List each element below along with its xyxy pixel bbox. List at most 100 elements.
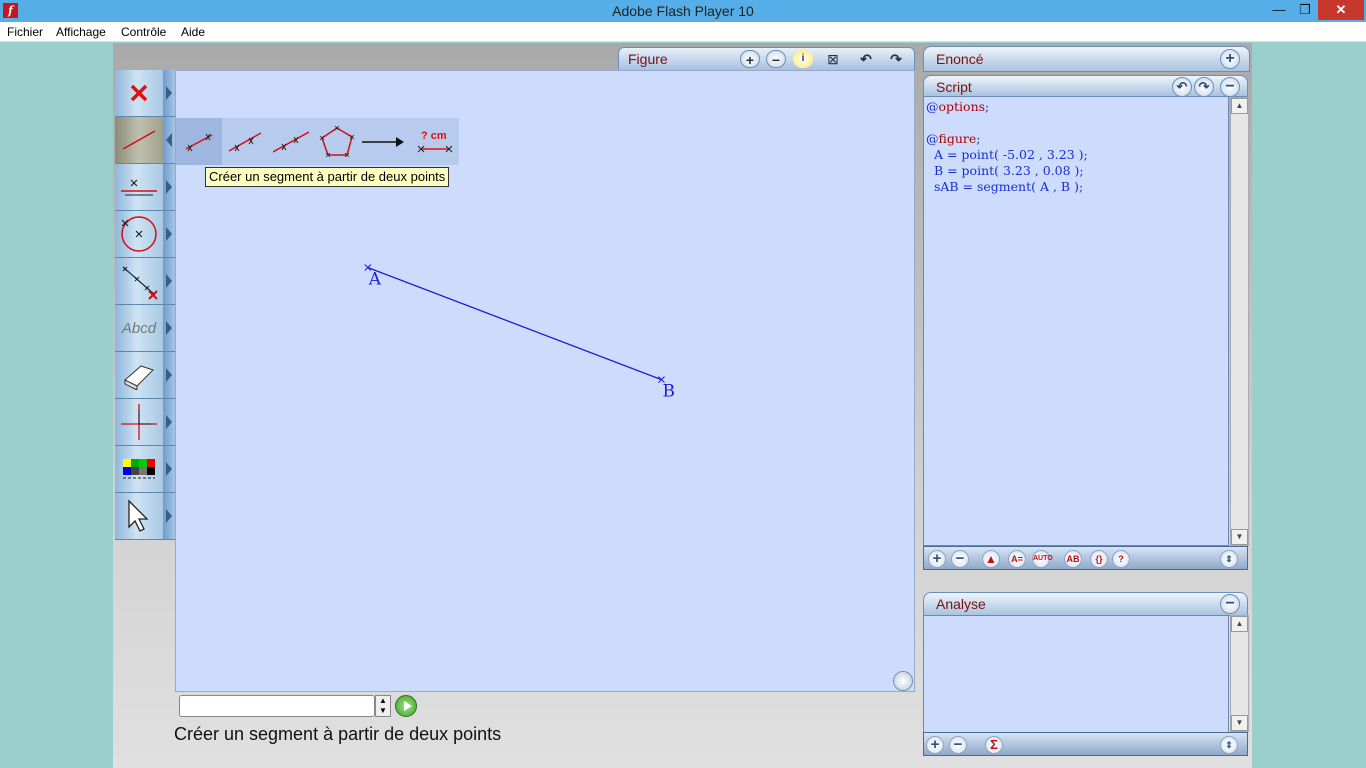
script-keyword: @options	[926, 99, 986, 114]
tool-colors-expand[interactable]	[163, 446, 175, 493]
tool-text-expand[interactable]	[163, 305, 175, 352]
tool-pointer-expand[interactable]	[163, 493, 175, 540]
tool-colors[interactable]	[115, 446, 163, 493]
script-line: B = point( 3.23 , 0.08 );	[926, 163, 1226, 179]
half-line-option[interactable]	[222, 118, 268, 165]
polygon-option[interactable]	[314, 118, 360, 165]
tooltip: Créer un segment à partir de deux points	[205, 167, 450, 187]
help-icon[interactable]: ?	[1112, 550, 1130, 568]
segment-length-icon: ? cm	[417, 130, 453, 152]
vector-option[interactable]	[360, 118, 406, 165]
analyse-scroll-down-icon[interactable]: ▼	[1231, 715, 1248, 731]
info-icon[interactable]: i	[793, 50, 813, 68]
script-toggle-icon[interactable]: ⇕	[1220, 550, 1238, 568]
undo-icon[interactable]: ↶	[856, 50, 876, 68]
analyse-scroll-up-icon[interactable]: ▲	[1231, 616, 1248, 632]
command-input[interactable]	[179, 695, 375, 717]
analyse-add-icon[interactable]: +	[926, 736, 944, 754]
maximize-button[interactable]: ❐	[1292, 0, 1318, 20]
status-text: Créer un segment à partir de deux points	[174, 724, 502, 744]
tool-circle[interactable]	[115, 211, 163, 258]
script-code: sAB = segment( A , B );	[926, 179, 1084, 194]
segment-two-points-option[interactable]	[176, 118, 222, 165]
menu-controle[interactable]: Contrôle	[121, 25, 166, 39]
add-icon[interactable]: +	[928, 550, 946, 568]
tool-line-expand[interactable]	[163, 164, 175, 211]
script-redo-icon[interactable]: ↷	[1194, 77, 1214, 97]
zoom-in-icon[interactable]: +	[740, 50, 760, 68]
script-undo-icon[interactable]: ↶	[1172, 77, 1192, 97]
enonce-title: Enoncé	[936, 51, 984, 67]
analyse-scrollbar[interactable]: ▲ ▼	[1230, 615, 1249, 732]
tool-line[interactable]	[115, 164, 163, 211]
window-title: Adobe Flash Player 10	[612, 3, 754, 19]
analyse-area[interactable]	[923, 615, 1229, 733]
script-toolbar: + − ▲ A= AUTO AB {} ? ⇕	[923, 546, 1248, 570]
scroll-up-icon[interactable]: ▲	[1231, 98, 1248, 114]
line-option[interactable]	[268, 118, 314, 165]
figure-tab-label: Figure	[628, 51, 668, 67]
tool-points-expand[interactable]	[163, 258, 175, 305]
ab-icon[interactable]: AB	[1064, 550, 1082, 568]
circle-icon	[121, 216, 157, 252]
script-keyword: @figure	[926, 131, 977, 146]
segment-two-points-icon	[185, 133, 213, 151]
collapse-analyse-icon[interactable]: −	[1220, 594, 1240, 614]
delete-icon	[130, 84, 148, 102]
script-line: sAB = segment( A , B );	[926, 179, 1226, 195]
color-palette-icon	[123, 459, 155, 479]
script-code: A = point( -5.02 , 3.23 );	[926, 147, 1088, 162]
tool-axes-expand[interactable]	[163, 399, 175, 446]
tool-axes[interactable]	[115, 399, 163, 446]
scroll-down-icon[interactable]: ▼	[1231, 529, 1248, 545]
close-button[interactable]: ✕	[1318, 0, 1364, 20]
tool-pointer[interactable]	[115, 493, 163, 540]
script-code: ;	[985, 99, 990, 114]
script-panel-header: Script ↶ ↷ −	[923, 75, 1248, 97]
zoom-out-icon[interactable]: −	[766, 50, 786, 68]
pointer-icon	[128, 499, 149, 532]
menu-fichier[interactable]: Fichier	[7, 25, 43, 39]
script-editor[interactable]: @options; @figure; A = point( -5.02 , 3.2…	[923, 96, 1229, 546]
minimize-button[interactable]: —	[1266, 0, 1292, 20]
segment-tool-icon	[122, 130, 156, 150]
script-line: @figure;	[926, 131, 1226, 147]
braces-icon[interactable]: {}	[1090, 550, 1108, 568]
segment-submenu: ? cm	[176, 118, 459, 165]
remove-icon[interactable]: −	[951, 550, 969, 568]
triangle-icon[interactable]: ▲	[982, 550, 1000, 568]
script-code: ;	[976, 131, 981, 146]
sum-icon[interactable]: Σ	[985, 736, 1003, 754]
analyse-title: Analyse	[936, 596, 986, 612]
tool-text[interactable]: Abcd	[115, 305, 163, 352]
command-stepper[interactable]: ▲ ▼	[375, 695, 391, 717]
analyse-panel-header: Analyse −	[923, 592, 1248, 616]
script-line: A = point( -5.02 , 3.23 );	[926, 147, 1226, 163]
figure-scroll-toggle[interactable]	[893, 671, 913, 691]
segment-ab[interactable]	[367, 266, 662, 381]
analyse-toggle-icon[interactable]: ⇕	[1220, 736, 1238, 754]
tool-segment-collapse[interactable]	[163, 117, 175, 164]
tool-eraser-expand[interactable]	[163, 352, 175, 399]
auto-icon[interactable]: AUTO	[1032, 550, 1053, 568]
collapse-script-icon[interactable]: −	[1220, 77, 1240, 97]
menu-aide[interactable]: Aide	[181, 25, 205, 39]
tool-circle-expand[interactable]	[163, 211, 175, 258]
eraser-icon	[124, 365, 154, 390]
tool-eraser[interactable]	[115, 352, 163, 399]
assign-icon[interactable]: A=	[1008, 550, 1026, 568]
analyse-remove-icon[interactable]: −	[949, 736, 967, 754]
menu-affichage[interactable]: Affichage	[56, 25, 106, 39]
line-icon	[121, 179, 157, 196]
tool-delete[interactable]	[115, 70, 163, 117]
redo-icon[interactable]: ↷	[886, 50, 906, 68]
tool-delete-expand[interactable]	[163, 70, 175, 117]
script-scrollbar[interactable]: ▲ ▼	[1230, 97, 1249, 546]
execute-button[interactable]	[395, 695, 417, 717]
point-label: A	[368, 270, 382, 290]
segment-length-option[interactable]: ? cm	[412, 118, 458, 165]
fit-view-icon[interactable]: ⊠	[823, 50, 843, 68]
tool-points-on-line[interactable]	[115, 258, 163, 305]
expand-enonce-icon[interactable]: +	[1220, 49, 1240, 69]
polygon-icon	[319, 125, 355, 157]
